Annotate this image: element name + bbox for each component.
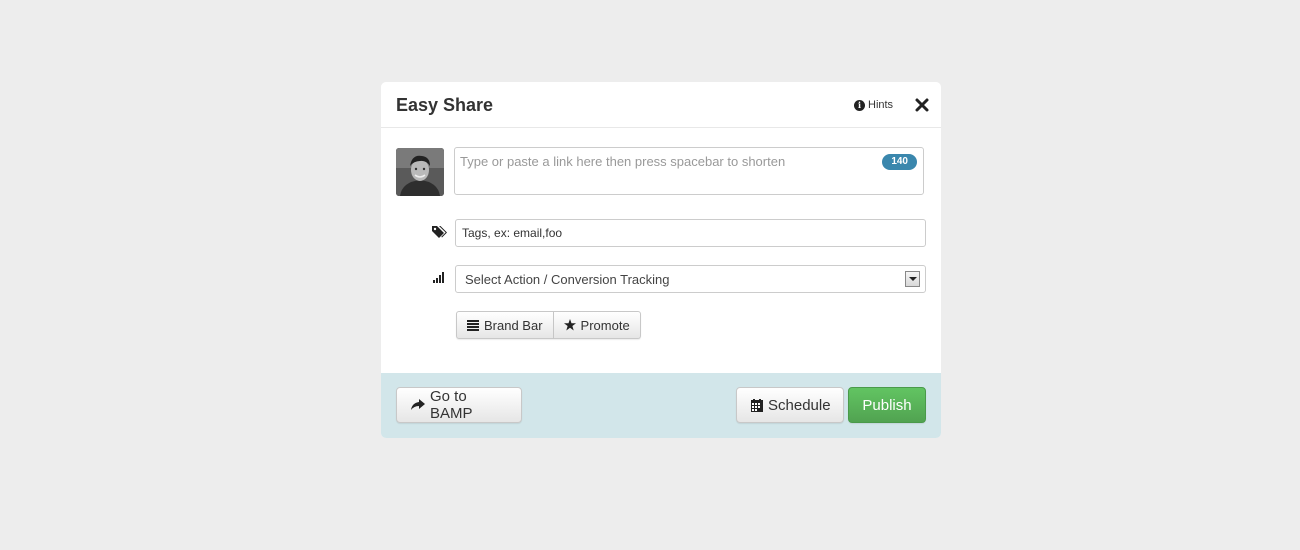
calendar-icon — [751, 398, 763, 412]
hints-link[interactable]: i Hints — [854, 99, 893, 111]
close-icon[interactable] — [914, 97, 930, 113]
conversion-tracking-select[interactable]: Select Action / Conversion Tracking — [455, 265, 926, 293]
chevron-down-icon[interactable] — [905, 271, 920, 287]
options-button-group: Brand Bar Promote — [456, 311, 641, 339]
link-field: 140 — [454, 147, 924, 195]
char-count-badge: 140 — [882, 154, 917, 170]
schedule-button[interactable]: Schedule — [736, 387, 844, 423]
promote-label: Promote — [580, 317, 630, 333]
brand-bar-button[interactable]: Brand Bar — [456, 311, 554, 339]
go-to-bamp-button[interactable]: Go to BAMP — [396, 387, 522, 423]
tags-input[interactable] — [455, 219, 926, 247]
publish-label: Publish — [862, 396, 912, 414]
schedule-label: Schedule — [768, 396, 831, 414]
hints-label: Hints — [868, 99, 894, 111]
dialog-title: Easy Share — [396, 95, 494, 115]
dialog-footer: Go to BAMP Schedule Publish — [381, 373, 941, 438]
star-icon — [563, 319, 576, 331]
easy-share-dialog: Easy Share i Hints 140 — [381, 82, 941, 438]
dialog-header: Easy Share i Hints — [381, 82, 941, 128]
avatar — [396, 148, 444, 196]
link-input[interactable] — [455, 148, 923, 194]
publish-button[interactable]: Publish — [848, 387, 926, 423]
signal-bars-icon — [432, 270, 448, 286]
tags-icon — [431, 224, 447, 240]
brand-bar-label: Brand Bar — [484, 317, 543, 333]
go-to-bamp-label: Go to BAMP — [430, 388, 473, 422]
select-value: Select Action / Conversion Tracking — [465, 272, 670, 287]
share-arrow-icon — [411, 399, 425, 411]
list-icon — [467, 319, 479, 331]
promote-button[interactable]: Promote — [553, 311, 641, 339]
info-icon: i — [854, 99, 865, 111]
